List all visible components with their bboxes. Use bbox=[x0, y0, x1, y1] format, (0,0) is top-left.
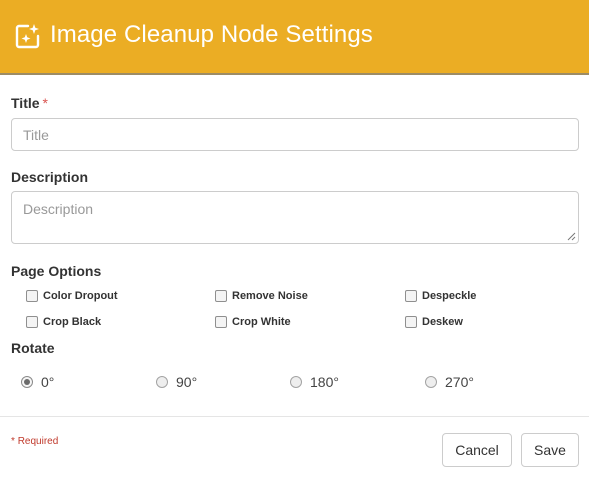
resize-grip-icon[interactable] bbox=[566, 231, 576, 241]
radio-rotate-270[interactable]: 270° bbox=[425, 374, 474, 390]
required-asterisk: * bbox=[42, 95, 48, 111]
footer-divider bbox=[0, 416, 589, 417]
radio-rotate-0[interactable]: 0° bbox=[21, 374, 54, 390]
checkbox-crop-black[interactable]: Crop Black bbox=[26, 316, 101, 328]
required-note: * Required bbox=[11, 436, 59, 447]
page-options-label: Page Options bbox=[11, 263, 102, 279]
checkbox-box[interactable] bbox=[215, 316, 227, 328]
dialog-title: Image Cleanup Node Settings bbox=[50, 21, 373, 48]
checkbox-box[interactable] bbox=[26, 290, 38, 302]
checkbox-deskew[interactable]: Deskew bbox=[405, 316, 463, 328]
radio-dot[interactable] bbox=[156, 376, 168, 388]
radio-rotate-90[interactable]: 90° bbox=[156, 374, 197, 390]
checkbox-remove-noise[interactable]: Remove Noise bbox=[215, 290, 308, 302]
sparkle-image-icon bbox=[15, 24, 40, 49]
dialog-header: Image Cleanup Node Settings bbox=[0, 0, 589, 75]
radio-rotate-180[interactable]: 180° bbox=[290, 374, 339, 390]
checkbox-box[interactable] bbox=[26, 316, 38, 328]
checkbox-box[interactable] bbox=[405, 290, 417, 302]
radio-dot[interactable] bbox=[290, 376, 302, 388]
radio-dot[interactable] bbox=[425, 376, 437, 388]
description-textarea[interactable] bbox=[11, 191, 579, 244]
checkbox-box[interactable] bbox=[405, 316, 417, 328]
radio-dot[interactable] bbox=[21, 376, 33, 388]
title-label: Title * bbox=[11, 95, 48, 111]
cancel-button[interactable]: Cancel bbox=[442, 433, 512, 467]
checkbox-box[interactable] bbox=[215, 290, 227, 302]
rotate-label: Rotate bbox=[11, 340, 55, 356]
save-button[interactable]: Save bbox=[521, 433, 579, 467]
checkbox-despeckle[interactable]: Despeckle bbox=[405, 290, 476, 302]
title-input[interactable] bbox=[11, 118, 579, 151]
checkbox-crop-white[interactable]: Crop White bbox=[215, 316, 291, 328]
description-label: Description bbox=[11, 169, 89, 185]
checkbox-color-dropout[interactable]: Color Dropout bbox=[26, 290, 118, 302]
